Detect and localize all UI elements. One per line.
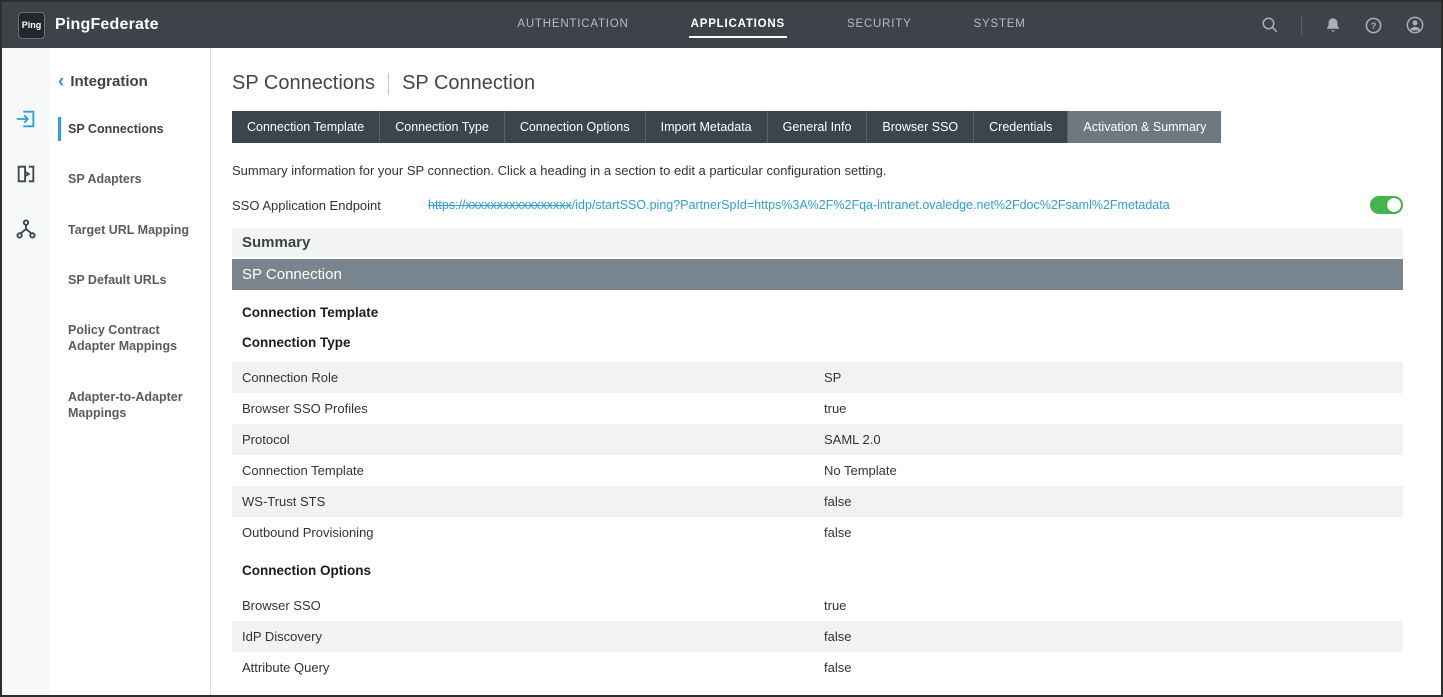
row-label: Protocol	[242, 432, 824, 447]
breadcrumb-primary: SP Connections	[232, 72, 375, 95]
wizard-tabs: Connection Template Connection Type Conn…	[232, 111, 1221, 143]
sidebar-item-adapter-to-adapter-mappings[interactable]: Adapter-to-Adapter Mappings	[58, 383, 200, 428]
sidebar: ‹ Integration SP Connections SP Adapters…	[2, 48, 211, 695]
sso-endpoint-link[interactable]: https://xxxxxxxxxxxxxxxxx/idp/startSSO.p…	[428, 198, 1170, 212]
sidebar-item-sp-adapters[interactable]: SP Adapters	[58, 165, 200, 193]
sso-endpoint-row: SSO Application Endpoint https://xxxxxxx…	[232, 196, 1403, 214]
nav-security[interactable]: SECURITY	[845, 12, 914, 38]
pingfederate-window: Ping PingFederate AUTHENTICATION APPLICA…	[0, 0, 1443, 697]
row-value: No Template	[824, 463, 1393, 478]
sidebar-panel: ‹ Integration SP Connections SP Adapters…	[50, 48, 210, 695]
sp-adapters-icon[interactable]	[15, 163, 37, 190]
breadcrumb-secondary: SP Connection	[402, 72, 535, 95]
row-label: Outbound Provisioning	[242, 525, 824, 540]
tab-import-metadata[interactable]: Import Metadata	[646, 111, 768, 143]
sp-connections-icon[interactable]	[15, 108, 37, 135]
tab-general-info[interactable]: General Info	[768, 111, 868, 143]
tab-connection-template[interactable]: Connection Template	[232, 111, 380, 143]
tab-activation-summary[interactable]: Activation & Summary	[1068, 111, 1221, 143]
help-icon[interactable]: ?	[1364, 16, 1383, 35]
connection-options-rows: Browser SSO true IdP Discovery false Att…	[232, 590, 1403, 683]
notifications-bell-icon[interactable]	[1324, 16, 1342, 34]
row-value: false	[824, 660, 1393, 675]
mappings-icon[interactable]	[15, 218, 37, 245]
main-content: SP Connections SP Connection Connection …	[211, 48, 1441, 695]
row-label: Browser SSO Profiles	[242, 401, 824, 416]
section-heading-connection-options[interactable]: Connection Options	[232, 563, 1403, 578]
nav-applications[interactable]: APPLICATIONS	[689, 12, 787, 38]
table-row: Connection Template No Template	[232, 455, 1403, 486]
nav-authentication[interactable]: AUTHENTICATION	[515, 12, 630, 38]
row-value: true	[824, 598, 1393, 613]
back-chevron-icon[interactable]: ‹	[58, 72, 64, 91]
tab-credentials[interactable]: Credentials	[974, 111, 1068, 143]
brand-title: PingFederate	[55, 16, 159, 34]
row-value: SP	[824, 370, 1393, 385]
summary-heading: Summary	[232, 228, 1403, 257]
sidebar-item-sp-default-urls[interactable]: SP Default URLs	[58, 266, 200, 294]
sidebar-item-policy-contract-adapter-mappings[interactable]: Policy Contract Adapter Mappings	[58, 316, 200, 361]
nav-system[interactable]: SYSTEM	[972, 12, 1028, 38]
connection-type-rows: Connection Role SP Browser SSO Profiles …	[232, 362, 1403, 548]
sidebar-menu: SP Connections SP Adapters Target URL Ma…	[58, 115, 200, 427]
header-icons: ?	[1225, 15, 1425, 35]
title-divider	[388, 73, 389, 95]
top-nav: AUTHENTICATION APPLICATIONS SECURITY SYS…	[318, 12, 1225, 38]
top-header: Ping PingFederate AUTHENTICATION APPLICA…	[2, 2, 1441, 48]
summary-hint-text: Summary information for your SP connecti…	[232, 163, 1403, 178]
sidebar-section-title: Integration	[70, 73, 148, 90]
ping-logo: Ping	[18, 12, 45, 39]
user-avatar-icon[interactable]	[1405, 15, 1425, 35]
sidebar-icon-rail	[2, 48, 50, 695]
tab-browser-sso[interactable]: Browser SSO	[867, 111, 974, 143]
search-icon[interactable]	[1261, 16, 1279, 34]
row-label: Attribute Query	[242, 660, 824, 675]
sp-connection-bar: SP Connection	[232, 259, 1403, 290]
table-row: Protocol SAML 2.0	[232, 424, 1403, 455]
tab-connection-type[interactable]: Connection Type	[380, 111, 505, 143]
table-row: Attribute Query false	[232, 652, 1403, 683]
row-value: false	[824, 494, 1393, 509]
sidebar-item-sp-connections[interactable]: SP Connections	[58, 115, 200, 143]
sso-endpoint-label: SSO Application Endpoint	[232, 198, 428, 213]
row-value: false	[824, 525, 1393, 540]
table-row: Connection Role SP	[232, 362, 1403, 393]
page-title: SP Connections SP Connection	[232, 72, 1403, 95]
row-value: false	[824, 629, 1393, 644]
brand-area: Ping PingFederate	[18, 12, 318, 39]
sidebar-header: ‹ Integration	[58, 72, 200, 91]
section-heading-connection-type[interactable]: Connection Type	[232, 335, 1403, 350]
sso-endpoint-toggle[interactable]	[1370, 196, 1403, 214]
table-row: Browser SSO true	[232, 590, 1403, 621]
header-divider	[1301, 15, 1302, 35]
svg-text:?: ?	[1371, 21, 1377, 32]
sso-link-visible-part: /idp/startSSO.ping?PartnerSpId=https%3A%…	[572, 198, 1170, 212]
sso-link-redacted-part: https://xxxxxxxxxxxxxxxxx	[428, 198, 572, 212]
tab-connection-options[interactable]: Connection Options	[505, 111, 646, 143]
row-label: WS-Trust STS	[242, 494, 824, 509]
toggle-knob	[1387, 198, 1401, 212]
table-row: WS-Trust STS false	[232, 486, 1403, 517]
table-row: Browser SSO Profiles true	[232, 393, 1403, 424]
row-label: Connection Template	[242, 463, 824, 478]
row-label: Connection Role	[242, 370, 824, 385]
table-row: IdP Discovery false	[232, 621, 1403, 652]
sidebar-item-target-url-mapping[interactable]: Target URL Mapping	[58, 216, 200, 244]
row-label: Browser SSO	[242, 598, 824, 613]
row-label: IdP Discovery	[242, 629, 824, 644]
row-value: true	[824, 401, 1393, 416]
row-value: SAML 2.0	[824, 432, 1393, 447]
table-row: Outbound Provisioning false	[232, 517, 1403, 548]
section-heading-connection-template[interactable]: Connection Template	[232, 305, 1403, 320]
